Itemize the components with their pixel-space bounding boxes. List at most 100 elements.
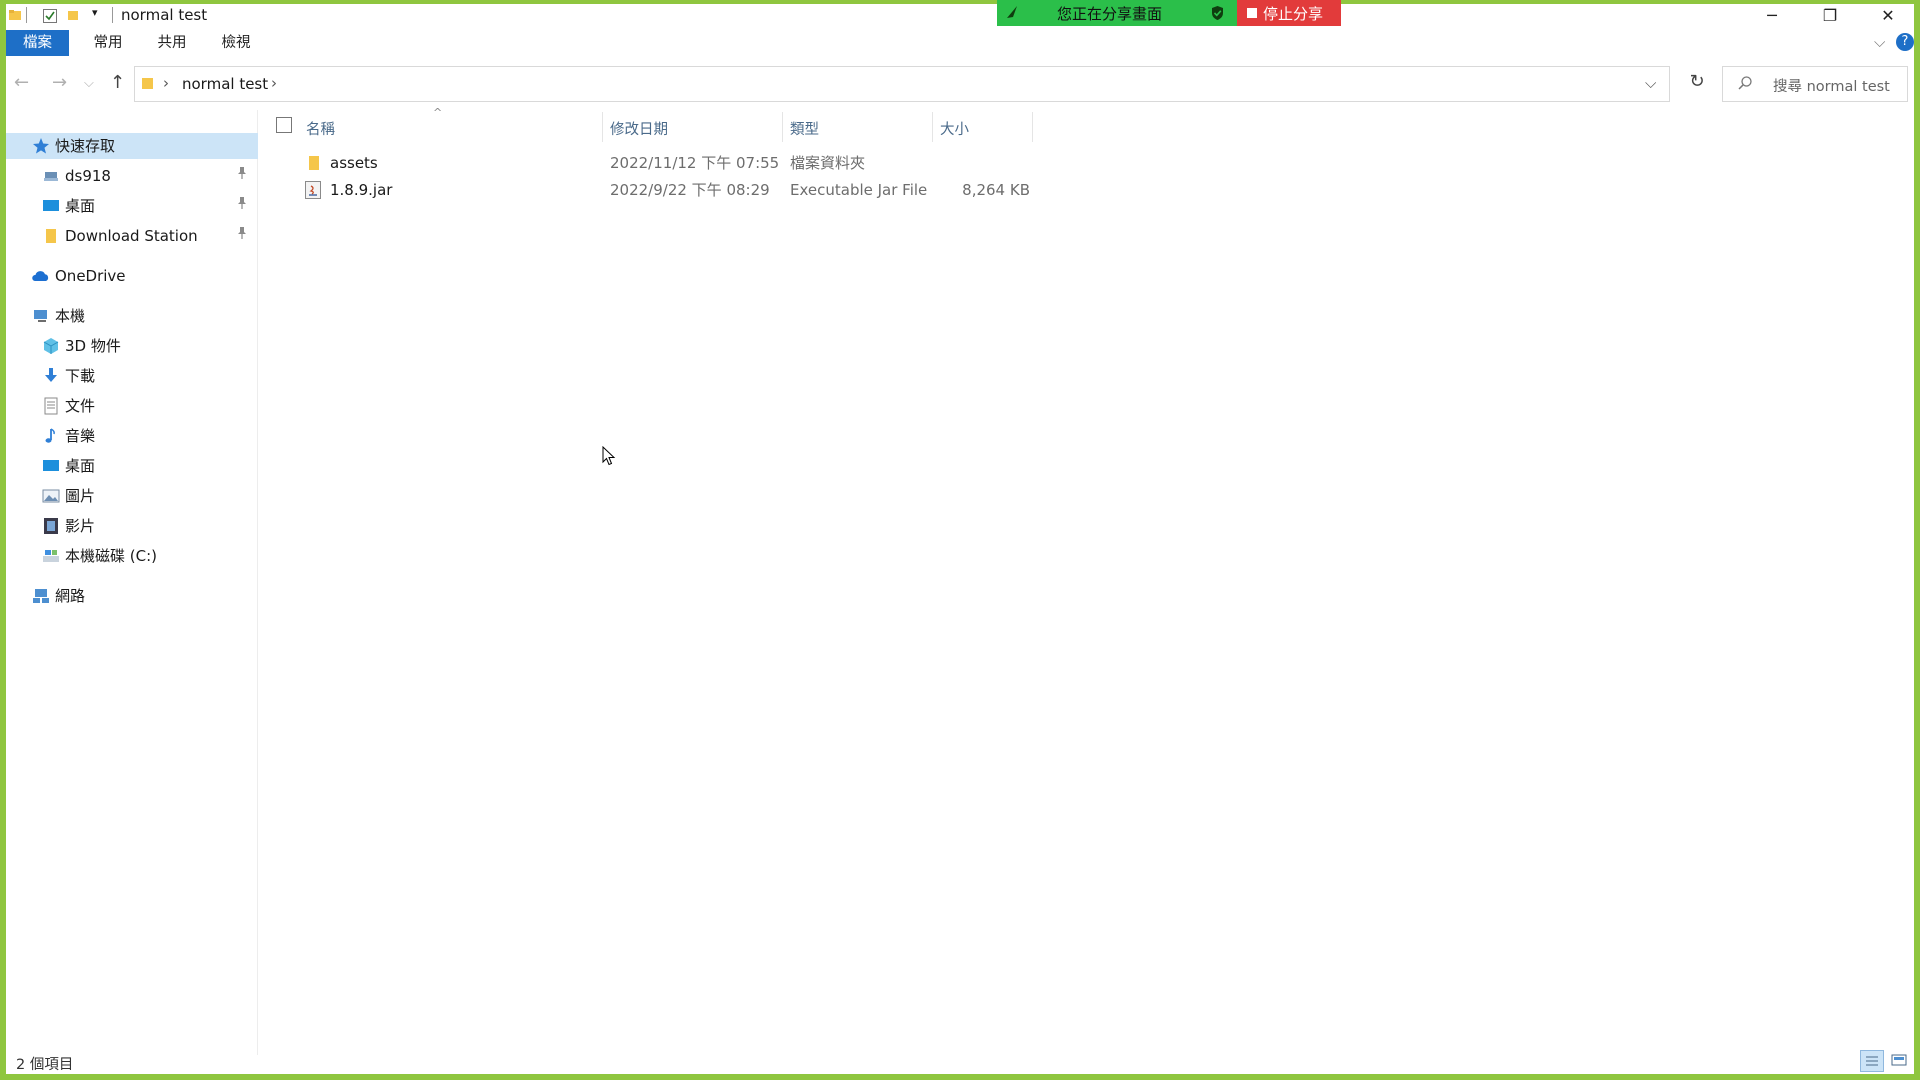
search-icon — [1737, 75, 1753, 95]
column-divider[interactable] — [932, 112, 933, 142]
computer-icon — [32, 307, 50, 325]
column-header-size[interactable]: 大小 — [940, 118, 969, 139]
music-icon — [42, 427, 60, 445]
search-placeholder: 搜尋 normal test — [1773, 79, 1890, 95]
sidebar-item-label: OneDrive — [55, 267, 126, 285]
sidebar-item-pictures[interactable]: 圖片 — [6, 483, 258, 509]
breadcrumb-separator[interactable]: › — [163, 74, 169, 92]
new-folder-icon[interactable] — [66, 8, 80, 26]
sidebar-item-label: 圖片 — [65, 487, 96, 505]
large-icons-view-button[interactable] — [1888, 1050, 1912, 1072]
file-size: 8,264 KB — [962, 181, 1030, 199]
sidebar-item-onedrive[interactable]: OneDrive — [6, 263, 258, 289]
navigation-pane: 快速存取 ds918 桌面 Download Station OneDrive … — [6, 110, 258, 1055]
help-icon[interactable]: ? — [1896, 33, 1914, 51]
cloud-icon — [30, 267, 49, 285]
details-view-button[interactable] — [1860, 1050, 1884, 1072]
title-bar: ▾ normal test ─ ❐ ✕ — [6, 4, 1914, 30]
file-row[interactable]: assets 2022/11/12 下午 07:55 檔案資料夾 — [270, 150, 1030, 176]
restore-button[interactable]: ❐ — [1802, 4, 1858, 30]
sidebar-item-local-disk-c[interactable]: 本機磁碟 (C:) — [6, 543, 258, 569]
window-title: normal test — [121, 6, 208, 24]
tab-view[interactable]: 檢視 — [206, 30, 266, 56]
column-divider[interactable] — [1032, 112, 1033, 142]
sidebar-item-label: 影片 — [65, 517, 96, 535]
sidebar-item-label: Download Station — [65, 227, 198, 245]
share-status: 您正在分享畫面 — [997, 0, 1237, 26]
breadcrumb-separator[interactable]: › — [271, 74, 277, 92]
sidebar-item-label: ds918 — [65, 167, 111, 185]
ribbon-collapse-icon[interactable]: ⌵ — [1874, 33, 1885, 51]
video-icon — [42, 517, 60, 535]
title-divider — [26, 7, 27, 23]
sidebar-item-this-pc[interactable]: 本機 — [6, 303, 258, 329]
back-button[interactable]: ← — [14, 72, 29, 93]
network-drive-icon — [42, 167, 60, 185]
tab-share[interactable]: 共用 — [142, 30, 202, 56]
sidebar-item-label: 本機磁碟 (C:) — [65, 547, 157, 565]
desktop-icon — [42, 457, 60, 475]
stop-share-button[interactable]: 停止分享 — [1237, 0, 1341, 26]
pin-icon — [236, 163, 248, 189]
folder-icon — [8, 8, 22, 26]
star-icon — [32, 137, 50, 155]
sidebar-item-documents[interactable]: 文件 — [6, 393, 258, 419]
sidebar-item-desktop-pinned[interactable]: 桌面 — [6, 193, 258, 219]
tab-file[interactable]: 檔案 — [6, 30, 69, 56]
file-row[interactable]: 1.8.9.jar 2022/9/22 下午 08:29 Executable … — [270, 177, 1030, 203]
mouse-cursor-icon — [602, 445, 616, 470]
sidebar-item-music[interactable]: 音樂 — [6, 423, 258, 449]
sidebar-item-label: 快速存取 — [55, 137, 116, 155]
tab-home[interactable]: 常用 — [78, 30, 138, 56]
select-all-checkbox[interactable] — [276, 117, 292, 133]
properties-check-icon[interactable] — [42, 8, 58, 28]
sidebar-item-label: 3D 物件 — [65, 337, 121, 355]
share-status-text: 您正在分享畫面 — [1057, 5, 1163, 23]
sidebar-item-quick-access[interactable]: 快速存取 — [6, 133, 258, 159]
breadcrumb-normal-test[interactable]: normal test — [182, 75, 268, 93]
share-banner: 您正在分享畫面 停止分享 — [997, 0, 1341, 26]
recent-locations-button[interactable]: ⌵ — [84, 76, 94, 91]
sidebar-item-desktop[interactable]: 桌面 — [6, 453, 258, 479]
column-header-modified[interactable]: 修改日期 — [610, 118, 668, 139]
download-icon — [42, 367, 60, 385]
column-header-name[interactable]: 名稱 — [306, 118, 335, 139]
shield-icon — [1210, 5, 1225, 25]
sidebar-item-label: 網路 — [55, 587, 86, 605]
sort-ascending-icon: ^ — [433, 106, 443, 119]
document-icon — [42, 397, 60, 415]
file-name: 1.8.9.jar — [330, 181, 393, 199]
sidebar-item-network[interactable]: 網路 — [6, 583, 258, 609]
file-type: Executable Jar File — [790, 181, 928, 199]
address-dropdown-icon[interactable]: ⌵ — [1645, 74, 1656, 92]
stop-share-label: 停止分享 — [1263, 5, 1324, 23]
customize-toolbar-chevron-icon[interactable]: ▾ — [92, 6, 98, 19]
refresh-button[interactable]: ↻ — [1680, 71, 1714, 99]
jar-file-icon — [304, 180, 322, 208]
column-header-type[interactable]: 類型 — [790, 118, 819, 139]
status-item-count: 2 個項目 — [16, 1057, 74, 1073]
sidebar-item-videos[interactable]: 影片 — [6, 513, 258, 539]
column-divider[interactable] — [602, 112, 603, 142]
up-button[interactable]: ↑ — [110, 72, 125, 93]
search-box[interactable]: 搜尋 normal test — [1722, 66, 1908, 102]
column-divider[interactable] — [782, 112, 783, 142]
stop-icon — [1247, 8, 1257, 18]
sidebar-item-download-station[interactable]: Download Station — [6, 223, 258, 249]
close-button[interactable]: ✕ — [1860, 4, 1916, 30]
desktop-icon — [42, 197, 60, 215]
minimize-button[interactable]: ─ — [1744, 4, 1800, 30]
sidebar-item-label: 本機 — [55, 307, 86, 325]
sidebar-item-label: 下載 — [65, 367, 96, 385]
file-modified: 2022/9/22 下午 08:29 — [610, 181, 770, 199]
sidebar-item-ds918[interactable]: ds918 — [6, 163, 258, 189]
file-type: 檔案資料夾 — [790, 154, 866, 172]
pin-icon — [236, 193, 248, 219]
sidebar-item-downloads[interactable]: 下載 — [6, 363, 258, 389]
address-bar[interactable]: › normal test › ⌵ — [134, 66, 1670, 102]
forward-button[interactable]: → — [52, 72, 67, 93]
sidebar-item-label: 音樂 — [65, 427, 96, 445]
file-modified: 2022/11/12 下午 07:55 — [610, 154, 780, 172]
pin-icon — [236, 223, 248, 249]
sidebar-item-3d-objects[interactable]: 3D 物件 — [6, 333, 258, 359]
